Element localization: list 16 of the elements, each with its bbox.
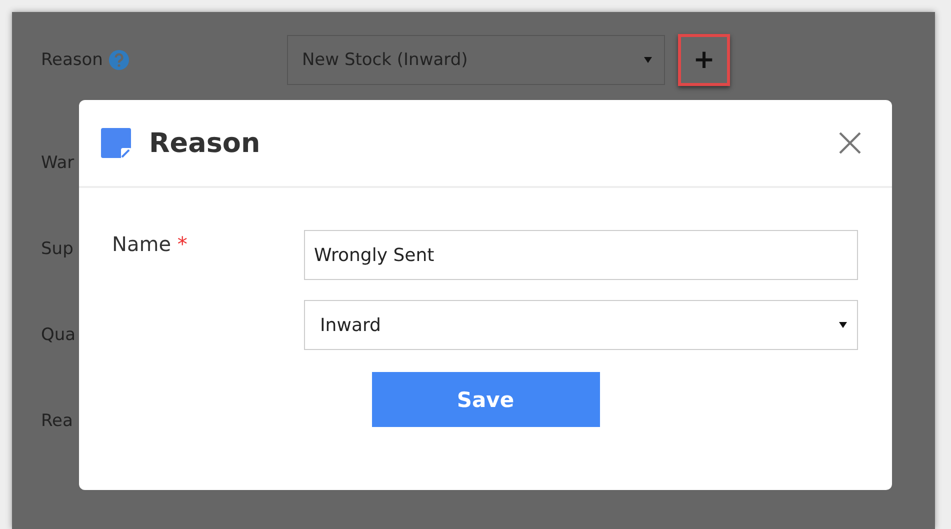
reason-select[interactable]: New Stock (Inward) (286, 35, 665, 85)
type-select[interactable]: Inward (304, 300, 858, 350)
add-button[interactable]: + (678, 34, 730, 86)
close-icon[interactable] (838, 131, 862, 155)
field-label: Qua (41, 325, 76, 345)
save-button[interactable]: Save (372, 372, 600, 427)
field-label: Name * (112, 232, 188, 256)
field-label: Rea (41, 411, 73, 431)
field-label: Reason (41, 50, 103, 70)
dialog-title: Reason (149, 128, 260, 158)
caret-icon (839, 322, 847, 328)
field-label: Sup (41, 239, 74, 259)
caret-icon (644, 57, 652, 63)
note-icon (101, 128, 131, 158)
name-field[interactable]: Wrongly Sent (304, 230, 858, 280)
field-label: War (41, 153, 74, 173)
